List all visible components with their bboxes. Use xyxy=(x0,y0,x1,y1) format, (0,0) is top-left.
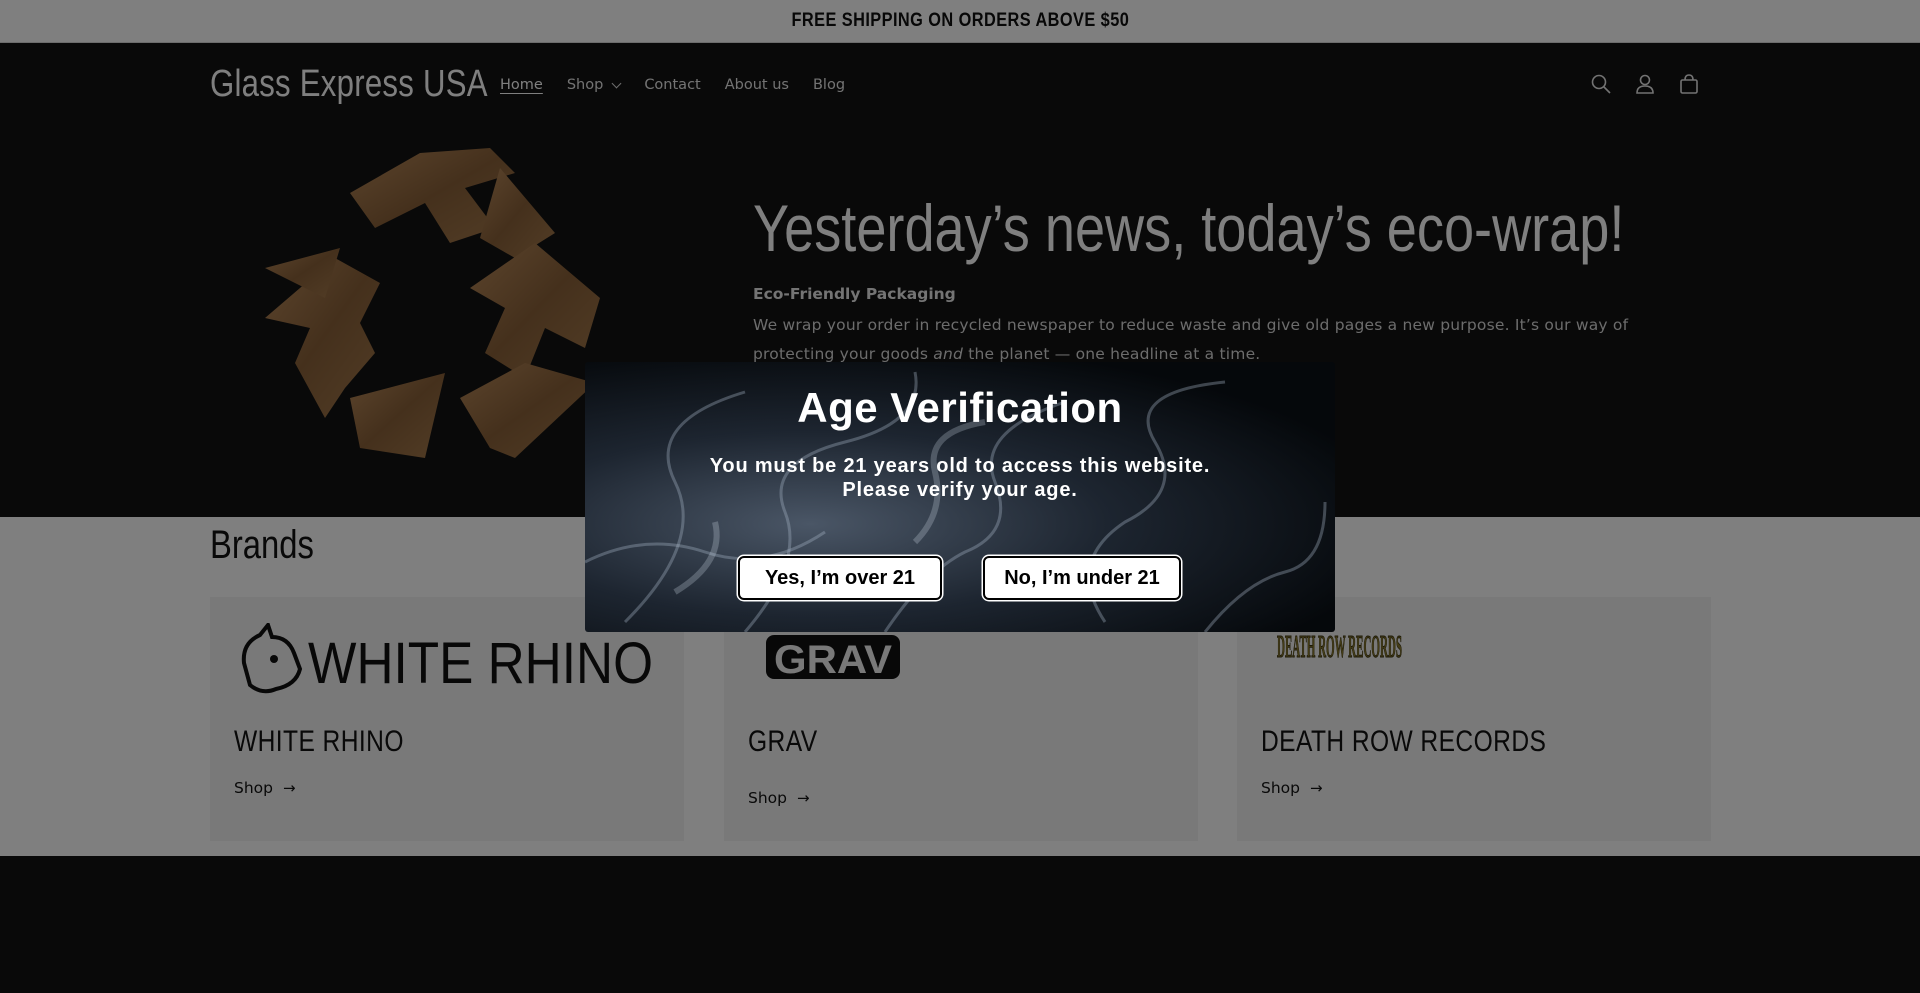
modal-message: You must be 21 years old to access this … xyxy=(585,454,1335,502)
age-verification-modal: Age Verification You must be 21 years ol… xyxy=(585,362,1335,632)
under-21-button[interactable]: No, I’m under 21 xyxy=(983,556,1181,600)
modal-title: Age Verification xyxy=(797,384,1123,431)
modal-message-line2: Please verify your age. xyxy=(842,479,1078,501)
confirm-over-21-button[interactable]: Yes, I’m over 21 xyxy=(738,556,942,600)
modal-message-line1: You must be 21 years old to access this … xyxy=(709,455,1211,477)
